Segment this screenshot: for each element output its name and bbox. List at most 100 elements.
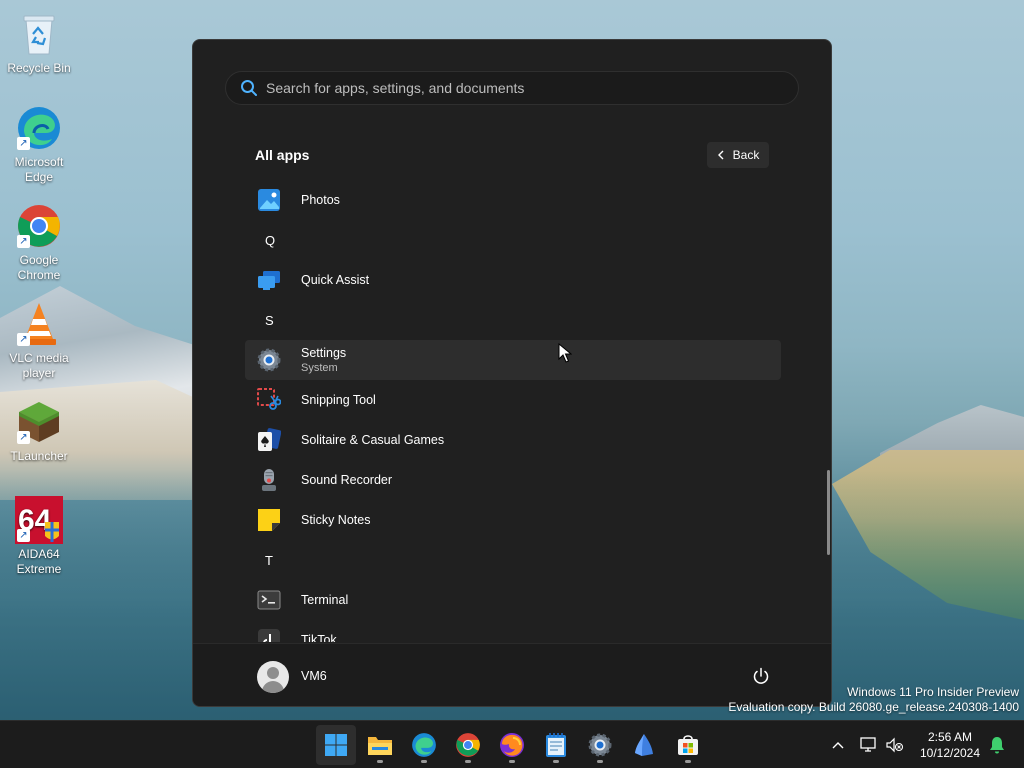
app-item-snipping-tool[interactable]: Snipping Tool [245,380,781,420]
shortcut-arrow-icon: ↗ [17,333,30,346]
app-item-sound-recorder[interactable]: Sound Recorder [245,460,781,500]
network-status-button[interactable] [858,725,880,765]
aida64-icon: 64 ↗ [15,496,63,544]
taskbar-app[interactable] [624,725,664,765]
app-item-label: Snipping Tool [301,393,376,407]
settings-icon [588,733,612,757]
app-item-solitaire[interactable]: Solitaire & Casual Games [245,420,781,460]
taskbar-store[interactable] [668,725,708,765]
evaluation-watermark: Windows 11 Pro Insider Preview Evaluatio… [728,685,1019,715]
letter-header-q[interactable]: Q [245,220,781,260]
app-item-quick-assist[interactable]: Quick Assist [245,260,781,300]
watermark-line-2: Evaluation copy. Build 26080.ge_release.… [728,700,1019,714]
start-menu: All apps Back Photos Q [192,39,832,707]
quick-assist-icon [257,268,281,292]
tiktok-icon [257,628,281,642]
app-item-label: Solitaire & Casual Games [301,433,445,447]
start-search-box[interactable] [225,71,799,105]
notifications-button[interactable] [986,725,1008,765]
clock-date: 10/12/2024 [919,746,981,760]
store-icon [678,735,698,755]
app-item-settings[interactable]: Settings System [245,340,781,380]
running-indicator [421,760,427,763]
all-apps-title: All apps [255,147,310,163]
taskbar-file-explorer[interactable] [360,725,400,765]
clock-time: 2:56 AM [927,730,973,744]
show-hidden-icons-button[interactable] [826,725,850,765]
app-item-label: Photos [301,193,340,207]
back-button-label: Back [732,148,760,162]
taskbar-chrome[interactable] [448,725,488,765]
app-item-label: Settings [301,346,347,360]
desktop-icon-chrome[interactable]: ↗ Google Chrome [4,202,74,283]
start-icon [325,734,347,756]
app-item-label: Terminal [301,593,349,607]
user-name[interactable]: VM6 [301,669,327,683]
app-item-label: Sticky Notes [301,513,371,527]
app-item-photos[interactable]: Photos [245,180,781,220]
taskbar-notepad[interactable] [536,725,576,765]
app-item-sticky-notes[interactable]: Sticky Notes [245,500,781,540]
tlauncher-icon: ↗ [15,398,63,446]
taskbar-edge[interactable] [404,725,444,765]
desktop-icon-label: AIDA64 Extreme [16,547,62,576]
back-button[interactable]: Back [707,142,769,168]
search-input[interactable] [266,80,786,96]
solitaire-icon [257,428,282,452]
vlc-icon: ↗ [15,300,63,348]
all-apps-list: Photos Q Quick Assist S Settings System … [245,180,781,642]
running-indicator [377,760,383,763]
letter-header-s[interactable]: S [245,300,781,340]
taskbar-firefox[interactable] [492,725,532,765]
shortcut-arrow-icon: ↗ [17,529,30,542]
app-item-label: TikTok [301,633,337,642]
firefox-icon [500,733,524,757]
running-indicator [597,760,603,763]
desktop-icon-aida64[interactable]: 64 ↗ AIDA64 Extreme [4,496,74,577]
edge-icon [412,733,436,757]
clock[interactable]: 2:56 AM 10/12/2024 [912,729,988,761]
running-indicator [509,760,515,763]
bell-icon [990,737,1004,754]
user-avatar[interactable] [257,661,289,693]
desktop-icon-label: TLauncher [10,449,68,463]
notepad-icon [546,733,566,757]
desktop-icon-recycle-bin[interactable]: Recycle Bin [4,10,74,76]
desktop-icon-tlauncher[interactable]: ↗ TLauncher [4,398,74,464]
volume-button[interactable] [884,725,906,765]
chrome-icon: ↗ [15,202,63,250]
watermark-line-1: Windows 11 Pro Insider Preview [847,685,1019,699]
settings-icon [257,348,281,372]
edge-icon: ↗ [15,104,63,152]
desktop-icon-edge[interactable]: ↗ Microsoft Edge [4,104,74,185]
app-item-tiktok[interactable]: TikTok [245,620,781,642]
desktop-icon-label: Recycle Bin [7,61,71,75]
shortcut-arrow-icon: ↗ [17,235,30,248]
app-item-terminal[interactable]: Terminal [245,580,781,620]
shortcut-arrow-icon: ↗ [17,431,30,444]
taskbar-start-button[interactable] [316,725,356,765]
taskbar-settings[interactable] [580,725,620,765]
app-item-label: Sound Recorder [301,473,393,487]
running-indicator [465,760,471,763]
network-icon [860,737,876,752]
desktop-icon-label: Microsoft Edge [14,155,64,184]
power-button[interactable] [751,666,771,686]
search-icon [241,80,257,96]
desktop-icon-vlc[interactable]: ↗ VLC media player [4,300,74,381]
recycle-bin-icon [15,10,63,58]
shortcut-arrow-icon: ↗ [17,137,30,150]
app-icon [635,734,653,756]
file-explorer-icon [368,737,392,755]
sticky-notes-icon [257,508,281,532]
photos-icon [257,188,281,212]
letter-header-t[interactable]: T [245,540,781,580]
desktop-icon-label: VLC media player [9,351,69,380]
app-list-scrollbar[interactable] [827,470,830,555]
running-indicator [685,760,691,763]
running-indicator [553,760,559,763]
taskbar: 2:56 AM 10/12/2024 [0,720,1024,768]
chevron-left-icon [717,150,724,160]
sound-recorder-icon [257,468,281,492]
volume-muted-icon [886,737,904,753]
